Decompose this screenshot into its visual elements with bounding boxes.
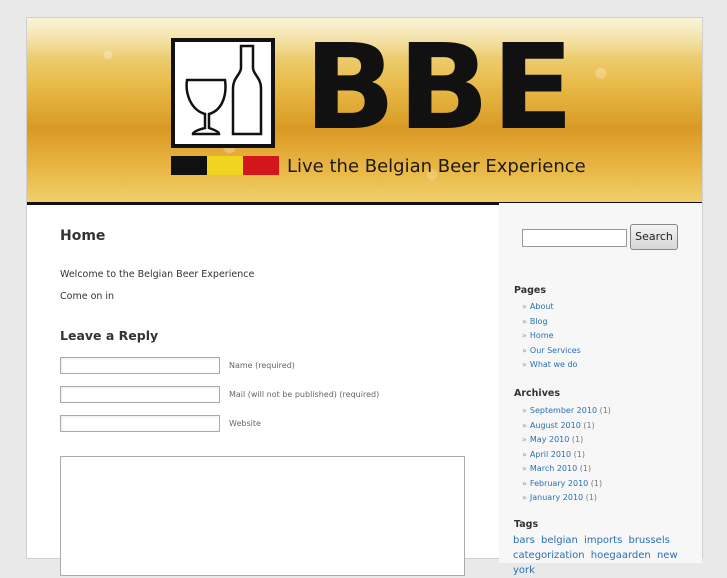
archive-count: (1) bbox=[588, 478, 603, 488]
name-field[interactable] bbox=[60, 357, 220, 374]
belgian-flag bbox=[171, 156, 279, 175]
comment-textarea[interactable] bbox=[60, 456, 465, 576]
bullet-icon: » bbox=[522, 406, 527, 415]
flag-stripe-black bbox=[171, 156, 207, 175]
archive-count: (1) bbox=[580, 420, 595, 430]
glass-bottle-icon bbox=[185, 44, 263, 136]
tag-link[interactable]: belgian bbox=[541, 535, 578, 546]
tag-link[interactable]: hoegaarden bbox=[591, 550, 651, 561]
archive-list-item: » August 2010 (1) bbox=[522, 419, 611, 434]
pages-list-item: » What we do bbox=[522, 358, 581, 373]
bullet-icon: » bbox=[522, 345, 527, 355]
site-tagline: Live the Belgian Beer Experience bbox=[287, 156, 586, 177]
pages-list-item: » About bbox=[522, 300, 581, 315]
page-container: BBE Live the Belgian Beer Experience Hom… bbox=[26, 17, 703, 576]
archive-link[interactable]: August 2010 bbox=[530, 421, 581, 430]
pages-list-item: » Home bbox=[522, 329, 581, 344]
website-field[interactable] bbox=[60, 415, 220, 432]
search-button[interactable]: Search bbox=[630, 224, 678, 250]
bullet-icon: » bbox=[522, 435, 527, 444]
pages-list-item: » Our Services bbox=[522, 344, 581, 359]
archives-widget-title: Archives bbox=[514, 388, 560, 399]
page-link[interactable]: Blog bbox=[530, 317, 548, 326]
bullet-icon: » bbox=[522, 302, 527, 311]
archive-count: (1) bbox=[571, 449, 585, 459]
pages-list-item: » Blog bbox=[522, 315, 581, 330]
archive-list-item: » September 2010 (1) bbox=[522, 404, 611, 419]
archive-list-item: » February 2010 (1) bbox=[522, 477, 611, 492]
tags-widget-title: Tags bbox=[514, 519, 539, 530]
page-link[interactable]: About bbox=[530, 302, 554, 311]
mail-field[interactable] bbox=[60, 386, 220, 403]
archives-list: » September 2010 (1)» August 2010 (1)» May … bbox=[522, 404, 611, 506]
page-link[interactable]: What we do bbox=[530, 360, 578, 369]
logo-glass-bottle[interactable] bbox=[171, 38, 275, 148]
bullet-icon: » bbox=[522, 493, 527, 502]
archive-list-item: » March 2010 (1) bbox=[522, 462, 611, 477]
bullet-icon: » bbox=[522, 316, 527, 326]
archive-link[interactable]: February 2010 bbox=[530, 479, 588, 488]
page-link[interactable]: Our Services bbox=[530, 346, 581, 355]
search-input[interactable] bbox=[522, 229, 627, 247]
page-link[interactable]: Home bbox=[530, 331, 554, 340]
sidebar: Search Pages » About» Blog» Home» Our Servic… bbox=[499, 203, 702, 576]
tag-link[interactable]: brussels bbox=[628, 535, 669, 546]
page-title: Home bbox=[60, 228, 106, 244]
pages-list: » About» Blog» Home» Our Services» What we do bbox=[522, 300, 581, 373]
name-label: Name (required) bbox=[229, 361, 295, 370]
tag-cloud: bars belgian imports brussels categoriza… bbox=[513, 533, 698, 578]
tag-link[interactable]: categorization bbox=[513, 550, 585, 561]
intro-paragraph: Welcome to the Belgian Beer Experience bbox=[60, 269, 255, 280]
archive-count: (1) bbox=[597, 406, 611, 415]
bullet-icon: » bbox=[522, 464, 527, 473]
archive-count: (1) bbox=[583, 493, 598, 502]
bullet-icon: » bbox=[522, 331, 527, 340]
site-header: BBE Live the Belgian Beer Experience bbox=[27, 18, 702, 205]
logo-wordmark[interactable]: BBE bbox=[304, 28, 576, 146]
archive-count: (1) bbox=[577, 464, 592, 473]
archive-count: (1) bbox=[569, 435, 584, 444]
bullet-icon: » bbox=[522, 478, 527, 488]
bullet-icon: » bbox=[522, 420, 527, 430]
archive-link[interactable]: May 2010 bbox=[530, 435, 569, 444]
flag-stripe-yellow bbox=[207, 156, 243, 175]
tag-link[interactable]: bars bbox=[513, 535, 535, 546]
archive-link[interactable]: January 2010 bbox=[530, 493, 583, 502]
archive-list-item: » May 2010 (1) bbox=[522, 433, 611, 448]
archive-link[interactable]: March 2010 bbox=[530, 464, 577, 473]
tag-link[interactable]: imports bbox=[584, 535, 622, 546]
archive-list-item: » April 2010 (1) bbox=[522, 448, 611, 463]
bullet-icon: » bbox=[522, 360, 527, 369]
reply-heading: Leave a Reply bbox=[60, 328, 159, 343]
archive-link[interactable]: September 2010 bbox=[530, 406, 597, 415]
flag-stripe-red bbox=[243, 156, 279, 175]
website-label: Website bbox=[229, 419, 261, 428]
mail-label: Mail (will not be published) (required) bbox=[229, 390, 380, 399]
archive-link[interactable]: April 2010 bbox=[530, 450, 571, 459]
bullet-icon: » bbox=[522, 449, 527, 459]
welcome-paragraph: Come on in bbox=[60, 291, 115, 302]
pages-widget-title: Pages bbox=[514, 285, 547, 296]
archive-list-item: » January 2010 (1) bbox=[522, 491, 611, 506]
